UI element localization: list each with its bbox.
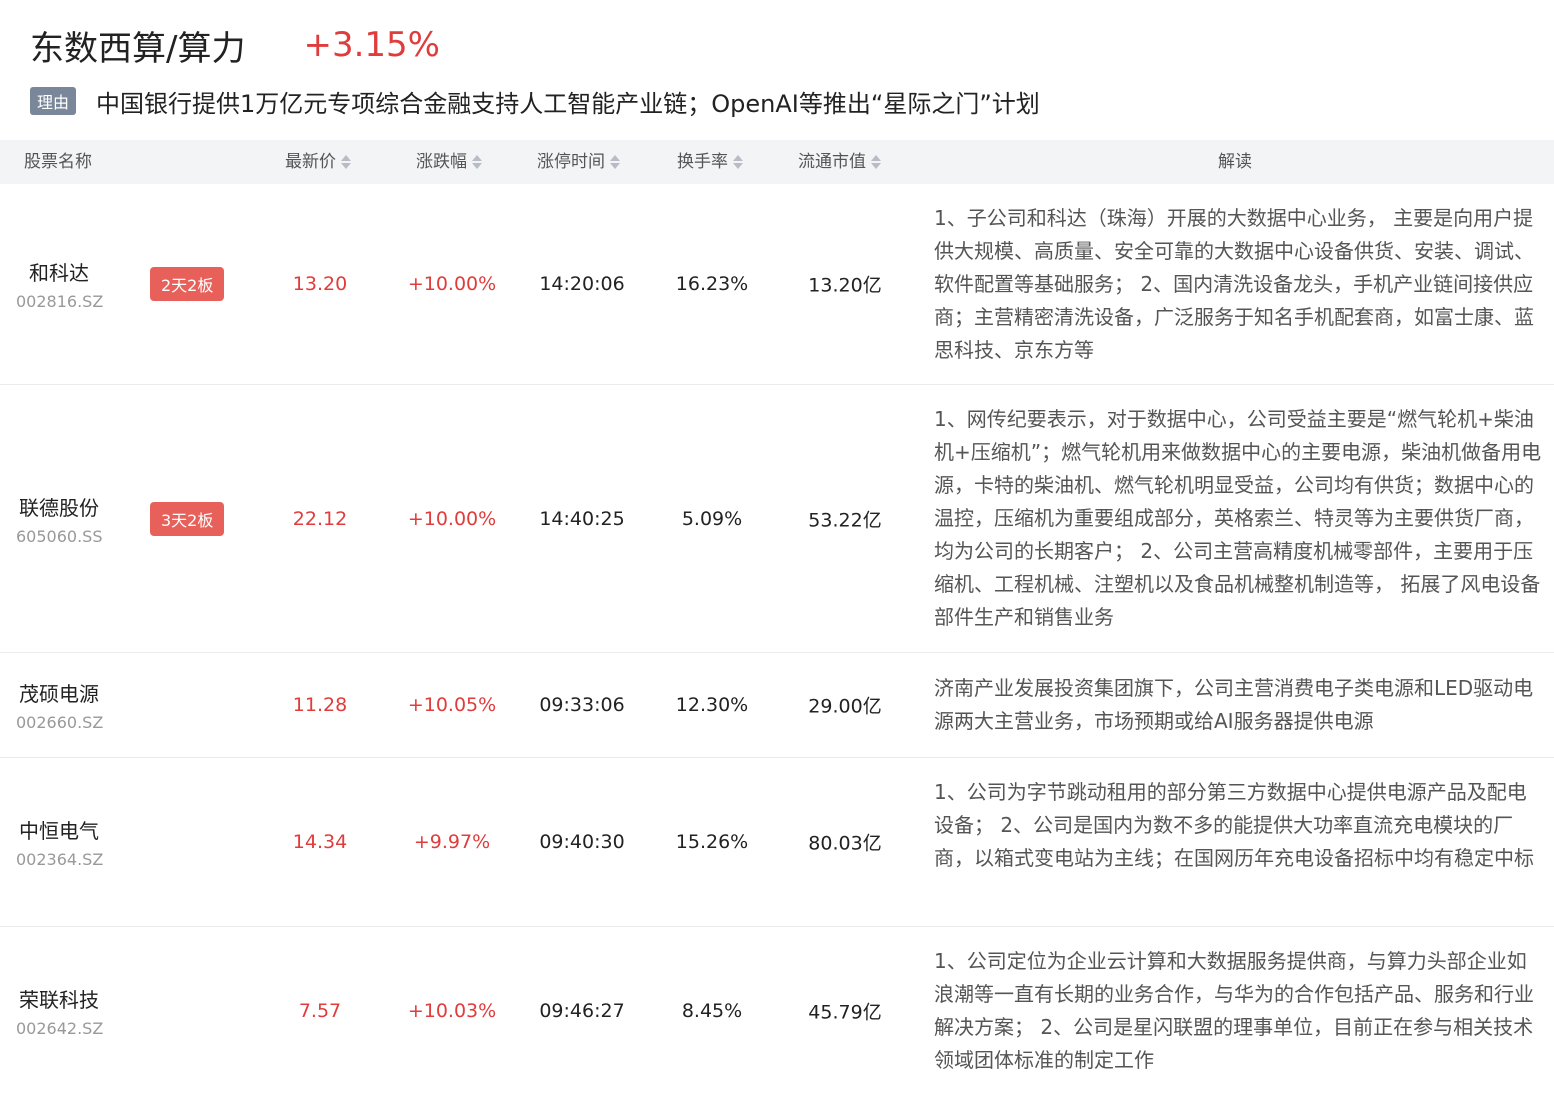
price: 11.28: [292, 694, 348, 716]
sort-icon[interactable]: [471, 153, 483, 171]
float-cap: 13.20亿: [808, 274, 882, 297]
analysis-text: 济南产业发展投资集团旗下，公司主营消费电子类电源和LED驱动电源两大主营业务，市…: [934, 676, 1534, 733]
change: +10.03%: [407, 1000, 497, 1022]
limit-time: 09:40:30: [539, 831, 625, 853]
sort-icon[interactable]: [870, 153, 882, 171]
sector-change: +3.15%: [303, 25, 440, 65]
table-row[interactable]: 荣联科技 002642.SZ 7.57 +10.03% 09:46:27 8.4…: [0, 927, 1554, 1095]
reason-tag: 理由: [30, 87, 77, 115]
table-header: 股票名称 最新价 涨跌幅 涨停时间 换手率 流通市值 解读: [0, 140, 1554, 184]
turnover: 5.09%: [681, 507, 743, 530]
price: 7.57: [298, 1000, 342, 1022]
header-float-cap[interactable]: 流通市值: [798, 140, 882, 184]
price: 13.20: [292, 273, 348, 295]
change: +9.97%: [413, 831, 491, 853]
stock-name[interactable]: 中恒电气: [16, 815, 102, 844]
price: 14.34: [292, 831, 348, 853]
price: 22.12: [292, 507, 348, 530]
stock-code: 605060.SS: [16, 526, 103, 546]
turnover: 8.45%: [681, 1000, 743, 1022]
limit-time: 14:40:25: [539, 507, 625, 530]
header-analysis: 解读: [1218, 152, 1252, 172]
stock-name[interactable]: 荣联科技: [16, 984, 102, 1013]
stock-name-cell[interactable]: 荣联科技 002642.SZ: [16, 984, 103, 1038]
table-row[interactable]: 茂硕电源 002660.SZ 11.28 +10.05% 09:33:06 12…: [0, 653, 1554, 758]
limit-time: 09:46:27: [539, 1000, 625, 1022]
turnover: 15.26%: [675, 831, 749, 853]
sort-icon[interactable]: [609, 153, 621, 171]
change: +10.05%: [407, 694, 497, 716]
sort-icon[interactable]: [340, 153, 352, 171]
stock-name[interactable]: 联德股份: [16, 492, 102, 521]
header-limit-time[interactable]: 涨停时间: [537, 140, 621, 184]
stock-name[interactable]: 茂硕电源: [16, 678, 102, 707]
stock-code: 002364.SZ: [16, 850, 104, 869]
header-change[interactable]: 涨跌幅: [416, 140, 483, 184]
stock-name-cell[interactable]: 中恒电气 002364.SZ: [16, 815, 103, 869]
streak-badge: 2天2板: [150, 267, 225, 301]
analysis-text: 1、公司为字节跳动租用的部分第三方数据中心提供电源产品及配电设备； 2、公司是国…: [934, 780, 1534, 870]
reason-row: 理由 中国银行提供1万亿元专项综合金融支持人工智能产业链；OpenAI等推出“星…: [30, 84, 1040, 118]
turnover: 12.30%: [675, 694, 749, 716]
analysis-text: 1、公司定位为企业云计算和大数据服务提供商，与算力头部企业如浪潮等一直有长期的业…: [934, 949, 1534, 1072]
stock-name-cell[interactable]: 和科达 002816.SZ: [16, 257, 103, 311]
streak-badge: 3天2板: [150, 501, 225, 536]
stock-code: 002642.SZ: [16, 1019, 104, 1038]
header-stock-name: 股票名称: [24, 152, 92, 172]
sort-icon[interactable]: [732, 153, 744, 171]
limit-time: 14:20:06: [539, 273, 625, 295]
float-cap: 45.79亿: [808, 1001, 882, 1024]
header-turnover[interactable]: 换手率: [677, 140, 744, 184]
change: +10.00%: [407, 507, 497, 530]
table-row[interactable]: 和科达 002816.SZ 2天2板 13.20 +10.00% 14:20:0…: [0, 184, 1554, 385]
stock-name-cell[interactable]: 联德股份 605060.SS: [16, 492, 102, 546]
analysis-text: 1、网传纪要表示，对于数据中心，公司受益主要是“燃气轮机+柴油机+压缩机”；燃气…: [934, 407, 1542, 629]
stock-name[interactable]: 和科达: [16, 257, 102, 286]
stock-name-cell[interactable]: 茂硕电源 002660.SZ: [16, 678, 103, 732]
sector-name: 东数西算/算力: [30, 28, 246, 69]
header-price[interactable]: 最新价: [285, 140, 352, 184]
stock-code: 002660.SZ: [16, 713, 104, 732]
reason-text: 中国银行提供1万亿元专项综合金融支持人工智能产业链；OpenAI等推出“星际之门…: [96, 89, 1040, 118]
sector-header: 东数西算/算力 +3.15%: [30, 22, 440, 69]
analysis-text: 1、子公司和科达（珠海）开展的大数据中心业务， 主要是向用户提供大规模、高质量、…: [934, 206, 1534, 362]
table-row[interactable]: 联德股份 605060.SS 3天2板 22.12 +10.00% 14:40:…: [0, 385, 1554, 653]
float-cap: 29.00亿: [808, 695, 882, 718]
turnover: 16.23%: [675, 273, 749, 295]
float-cap: 80.03亿: [808, 832, 882, 855]
stock-code: 002816.SZ: [16, 292, 104, 311]
float-cap: 53.22亿: [808, 509, 882, 531]
table-row[interactable]: 中恒电气 002364.SZ 14.34 +9.97% 09:40:30 15.…: [0, 758, 1554, 927]
change: +10.00%: [407, 273, 497, 295]
limit-time: 09:33:06: [539, 694, 625, 716]
